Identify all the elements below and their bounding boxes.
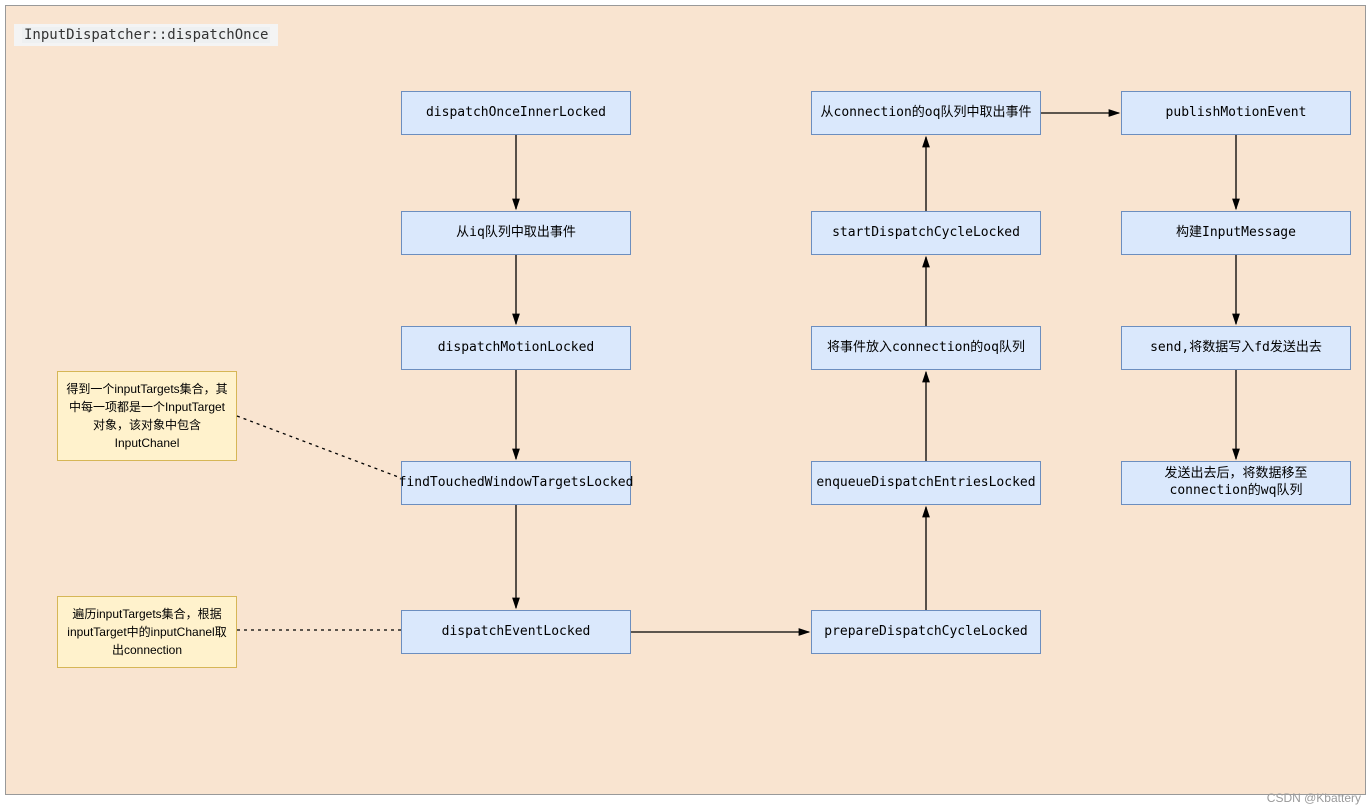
node-dequeue-iq: 从iq队列中取出事件 [401, 211, 631, 255]
watermark: CSDN @Kbattery [1267, 791, 1361, 805]
note-connection: 遍历inputTargets集合，根据inputTarget中的inputCha… [57, 596, 237, 668]
node-dequeue-oq: 从connection的oq队列中取出事件 [811, 91, 1041, 135]
node-move-to-wq: 发送出去后，将数据移至connection的wq队列 [1121, 461, 1351, 505]
diagram-canvas: InputDispatcher::dispatchOnce dispatchOn… [5, 5, 1366, 795]
node-dispatchMotionLocked: dispatchMotionLocked [401, 326, 631, 370]
node-enqueueDispatchEntriesLocked: enqueueDispatchEntriesLocked [811, 461, 1041, 505]
node-prepareDispatchCycleLocked: prepareDispatchCycleLocked [811, 610, 1041, 654]
diagram-title: InputDispatcher::dispatchOnce [14, 24, 278, 46]
node-send-fd: send,将数据写入fd发送出去 [1121, 326, 1351, 370]
node-enqueue-oq: 将事件放入connection的oq队列 [811, 326, 1041, 370]
node-publishMotionEvent: publishMotionEvent [1121, 91, 1351, 135]
note-inputtargets: 得到一个inputTargets集合，其中每一项都是一个InputTarget对… [57, 371, 237, 461]
node-startDispatchCycleLocked: startDispatchCycleLocked [811, 211, 1041, 255]
node-dispatchEventLocked: dispatchEventLocked [401, 610, 631, 654]
node-dispatchOnceInnerLocked: dispatchOnceInnerLocked [401, 91, 631, 135]
node-findTouchedWindowTargetsLocked: findTouchedWindowTargetsLocked [401, 461, 631, 505]
node-build-inputmessage: 构建InputMessage [1121, 211, 1351, 255]
